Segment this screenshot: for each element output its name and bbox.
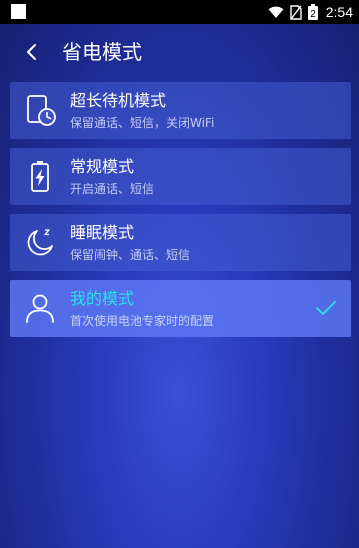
mode-title: 我的模式 <box>70 289 135 308</box>
back-button[interactable] <box>18 38 46 66</box>
moon-sleep-icon <box>22 224 58 260</box>
wifi-icon <box>268 6 284 18</box>
mode-item-custom[interactable]: 我的模式 首次使用电池专家时的配置 <box>10 280 351 337</box>
mode-list: 超长待机模式 保留通话、短信，关闭WiFi 常规模式 开启通话、短信 睡眠模式 … <box>10 82 351 346</box>
battery-bolt-icon <box>22 158 58 194</box>
chevron-left-icon <box>27 44 36 60</box>
notification-icon <box>11 4 26 19</box>
status-bar: 2 2:54 <box>0 0 359 24</box>
battery-icon: 2 <box>307 4 318 20</box>
mode-description: 首次使用电池专家时的配置 <box>70 314 215 328</box>
battery-level: 2 <box>310 9 316 20</box>
status-time: 2:54 <box>325 4 353 20</box>
mode-item-standby[interactable]: 超长待机模式 保留通话、短信，关闭WiFi <box>10 82 351 139</box>
mode-item-normal[interactable]: 常规模式 开启通话、短信 <box>10 148 351 205</box>
mode-title: 常规模式 <box>70 157 135 176</box>
status-icons: 2 2:54 <box>268 3 353 21</box>
standby-clock-icon <box>22 92 58 128</box>
mode-title: 睡眠模式 <box>70 223 135 242</box>
header: 省电模式 <box>0 24 359 80</box>
mode-description: 开启通话、短信 <box>70 182 155 196</box>
mode-title: 超长待机模式 <box>70 91 167 110</box>
mode-description: 保留通话、短信，关闭WiFi <box>70 116 215 130</box>
page-title: 省电模式 <box>62 40 142 64</box>
mode-item-sleep[interactable]: 睡眠模式 保留闹钟、通话、短信 <box>10 214 351 271</box>
no-sim-icon <box>290 4 302 20</box>
check-icon <box>316 301 336 315</box>
user-icon <box>22 290 58 326</box>
mode-description: 保留闹钟、通话、短信 <box>70 248 191 262</box>
